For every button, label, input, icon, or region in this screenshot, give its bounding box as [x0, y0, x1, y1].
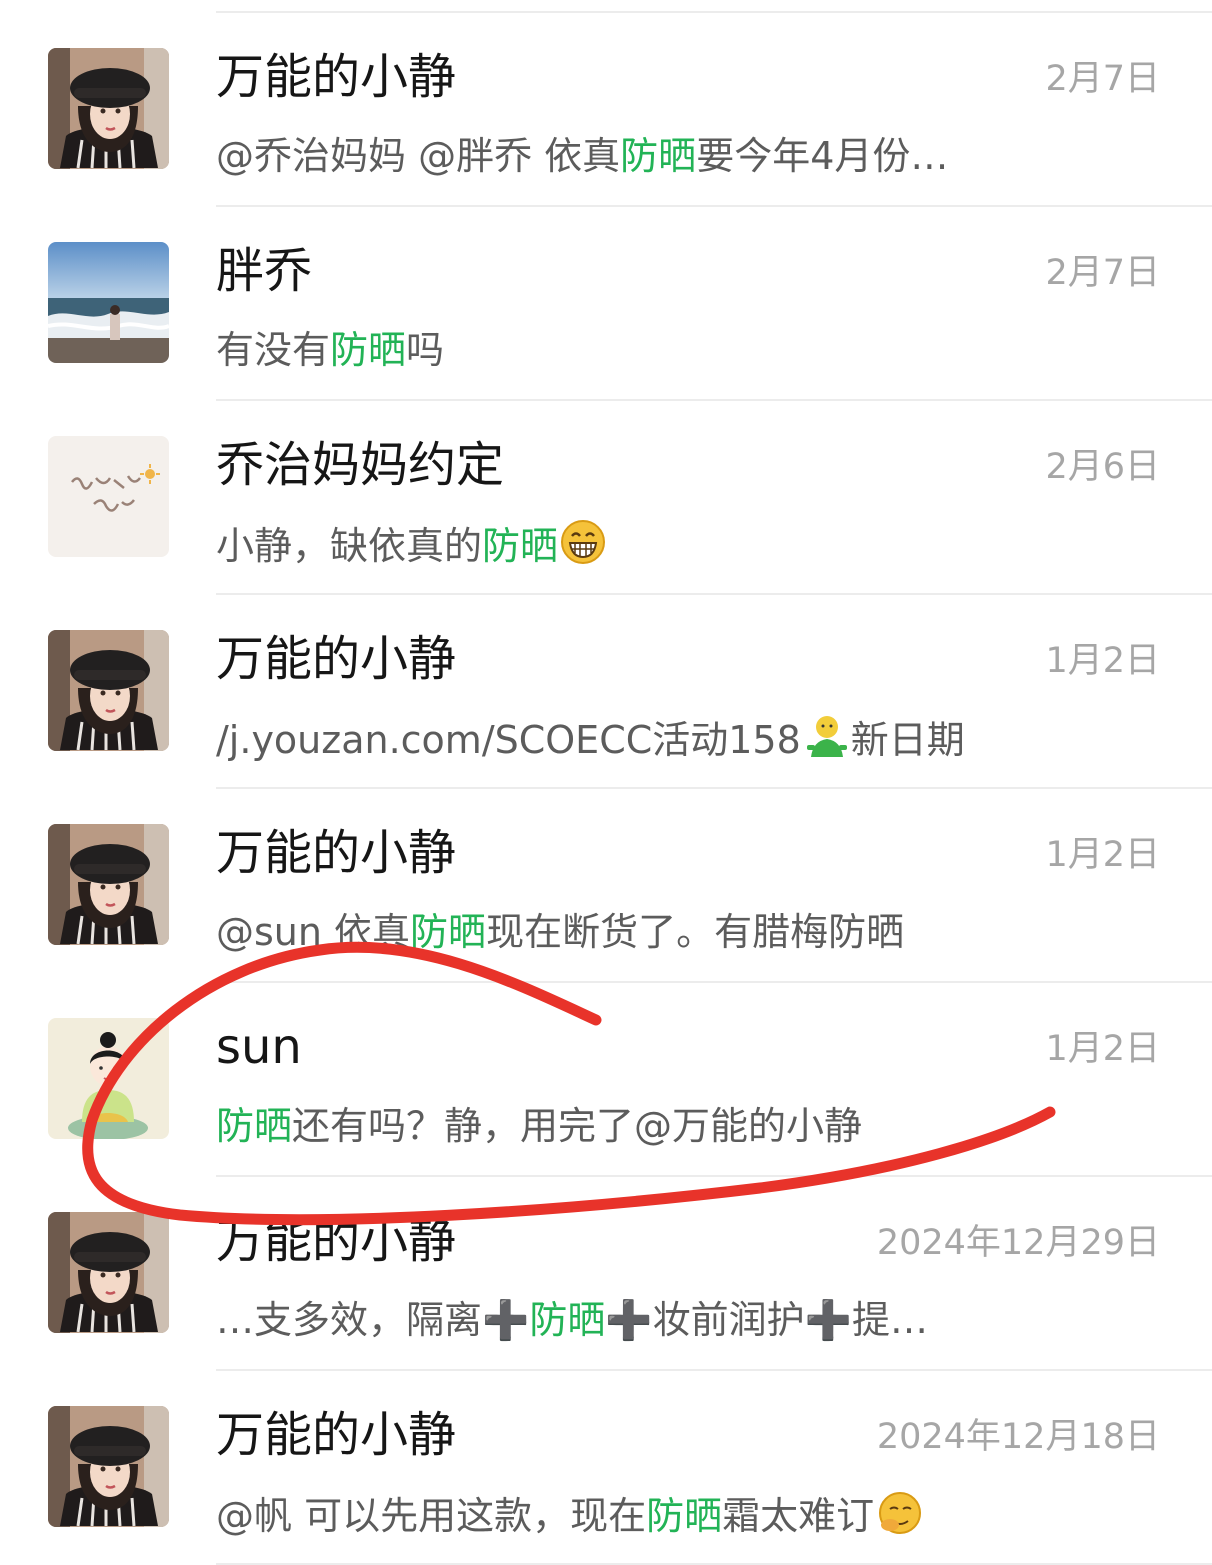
message-date: 2024年12月18日	[876, 1417, 1160, 1457]
contact-name: 万能的小静	[216, 825, 457, 881]
message-date: 1月2日	[1045, 835, 1160, 875]
woman-beret-avatar	[48, 1406, 169, 1527]
message-text: @sun 依真	[216, 910, 411, 954]
keyword-highlight: 防晒	[216, 1104, 293, 1148]
message-date: 2月7日	[1045, 253, 1160, 293]
message-text: 霜太难订	[722, 1494, 875, 1538]
grin-emoji	[560, 519, 606, 577]
message-date: 1月2日	[1045, 641, 1160, 681]
message-text: …支多效，隔离➕	[216, 1298, 530, 1342]
chat-result-row[interactable]: 万能的小静 1月2日/j.youzan.com/SCOECC活动158 新日期	[0, 595, 1212, 789]
message-preview: @乔治妈妈 @胖乔 依真防晒要今年4月份…	[216, 131, 948, 181]
woman-beret-avatar	[48, 824, 169, 945]
chat-result-row[interactable]: 万能的小静 2月7日 @乔治妈妈 @胖乔 依真防晒要今年4月份…	[0, 13, 1212, 207]
message-date: 2024年12月29日	[876, 1223, 1160, 1263]
contact-name: 万能的小静	[216, 49, 457, 105]
message-text: 要今年4月份…	[696, 134, 949, 178]
message-text: 有没有	[216, 328, 331, 372]
message-preview: @sun 依真防晒现在断货了。有腊梅防晒	[216, 907, 904, 957]
mini-figure-emoji	[803, 713, 851, 771]
message-preview: 有没有防晒吗	[216, 325, 444, 375]
woman-beret-avatar	[48, 48, 169, 169]
woman-beret-avatar	[48, 630, 169, 751]
message-date: 2月6日	[1045, 447, 1160, 487]
woman-beret-avatar	[48, 1212, 169, 1333]
message-date: 1月2日	[1045, 1029, 1160, 1069]
keyword-highlight: 防晒	[529, 1298, 606, 1342]
chat-result-row[interactable]: 万能的小静 2024年12月18日 @帆 可以先用这款，现在防晒霜太难订	[0, 1371, 1212, 1565]
contact-name: sun	[216, 1019, 302, 1075]
chat-result-row[interactable]: 胖乔 2月7日有没有防晒吗	[0, 207, 1212, 401]
message-text: 小静，缺依真的	[216, 524, 483, 568]
message-text: @乔治妈妈 @胖乔 依真	[216, 134, 621, 178]
keyword-highlight: 防晒	[482, 524, 559, 568]
message-text: 还有吗？静，用完了@万能的小静	[292, 1104, 863, 1148]
keyword-highlight: 防晒	[620, 134, 697, 178]
chat-result-row[interactable]: 万能的小静 2024年12月29日 …支多效，隔离➕防晒➕妆前润护➕提…	[0, 1177, 1212, 1371]
contact-name: 乔治妈妈约定	[216, 437, 505, 493]
chat-result-row[interactable]: 乔治妈妈约定 2月6日小静，缺依真的防晒	[0, 401, 1212, 595]
message-text: @帆 可以先用这款，现在	[216, 1494, 647, 1538]
message-preview: 防晒还有吗？静，用完了@万能的小静	[216, 1101, 862, 1151]
message-preview: @帆 可以先用这款，现在防晒霜太难订	[216, 1489, 924, 1547]
keyword-highlight: 防晒	[646, 1494, 723, 1538]
message-text: 新日期	[850, 718, 965, 762]
message-preview: …支多效，隔离➕防晒➕妆前润护➕提…	[216, 1295, 928, 1345]
contact-name: 万能的小静	[216, 1213, 457, 1269]
seaside-avatar	[48, 242, 169, 363]
contact-name: 胖乔	[216, 243, 313, 299]
cartoon-girl-avatar	[48, 1018, 169, 1139]
message-text: 吗	[406, 328, 445, 372]
message-date: 2月7日	[1045, 59, 1160, 99]
chat-result-row[interactable]: sun 1月2日防晒还有吗？静，用完了@万能的小静	[0, 983, 1212, 1177]
message-text: 现在断货了。有腊梅防晒	[486, 910, 905, 954]
contact-name: 万能的小静	[216, 1407, 457, 1463]
contact-name: 万能的小静	[216, 631, 457, 687]
chat-result-row[interactable]: 万能的小静 1月2日 @sun 依真防晒现在断货了。有腊梅防晒	[0, 789, 1212, 983]
message-preview: 小静，缺依真的防晒	[216, 519, 606, 577]
facepalm-emoji	[876, 1489, 924, 1547]
calligraphy-avatar	[48, 436, 169, 557]
keyword-highlight: 防晒	[410, 910, 487, 954]
message-preview: /j.youzan.com/SCOECC活动158 新日期	[216, 713, 965, 771]
keyword-highlight: 防晒	[330, 328, 407, 372]
message-text: ➕妆前润护➕提…	[605, 1298, 928, 1342]
message-text: /j.youzan.com/SCOECC活动158	[216, 718, 801, 762]
